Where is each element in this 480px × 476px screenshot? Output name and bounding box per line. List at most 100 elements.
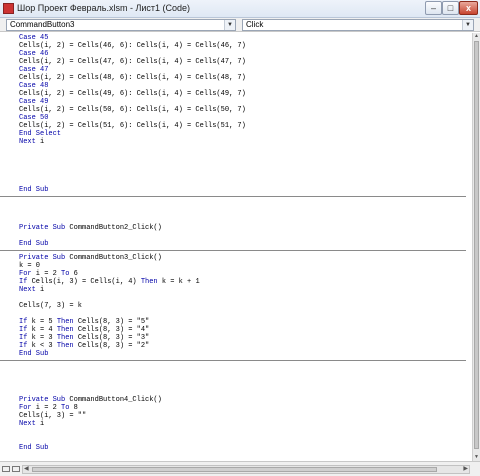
- code-text: CommandButton3_Click(): [65, 254, 162, 262]
- code-text: i: [35, 138, 45, 146]
- code-keyword: Next: [19, 138, 36, 146]
- procedure-separator: [0, 360, 466, 361]
- code-text: CommandButton2_Click(): [65, 224, 162, 232]
- code-line[interactable]: If k = 5 Then Cells(8, 3) = "5": [19, 318, 149, 326]
- procedure-separator: [0, 196, 466, 197]
- code-keyword: Case 50: [19, 114, 49, 122]
- code-line[interactable]: Cells(i, 2) = Cells(50, 6): Cells(i, 4) …: [19, 106, 246, 114]
- code-line[interactable]: Cells(7, 3) = k: [19, 302, 82, 310]
- bottom-bar: ◀ ▶: [0, 461, 480, 476]
- code-line[interactable]: End Sub: [19, 186, 48, 194]
- code-text: i = 2: [31, 270, 62, 278]
- code-line[interactable]: If k < 3 Then Cells(8, 3) = "2": [19, 342, 149, 350]
- code-line[interactable]: Case 45: [19, 34, 48, 42]
- code-keyword: Private Sub: [19, 224, 66, 232]
- code-text: k = 4: [27, 326, 57, 334]
- code-text: i = 2: [31, 404, 62, 412]
- code-line[interactable]: Case 49: [19, 98, 48, 106]
- code-keyword: Then: [56, 342, 74, 350]
- code-line[interactable]: End Select: [19, 130, 61, 138]
- code-line[interactable]: End Sub: [19, 350, 48, 358]
- horizontal-scroll-thumb[interactable]: [32, 467, 437, 472]
- code-keyword: Case 45: [19, 34, 49, 42]
- code-line[interactable]: Case 48: [19, 82, 48, 90]
- vertical-scroll-thumb[interactable]: [474, 41, 479, 449]
- horizontal-scrollbar[interactable]: ◀ ▶: [22, 465, 470, 474]
- code-line[interactable]: Case 47: [19, 66, 48, 74]
- code-line[interactable]: For i = 2 To 6: [19, 270, 78, 278]
- code-line[interactable]: End Sub: [19, 444, 48, 452]
- code-line[interactable]: Case 46: [19, 50, 48, 58]
- code-text: Cells(7, 3) = k: [19, 302, 83, 310]
- title-bar: Шор Проект Февраль.xlsm - Лист1 (Code) –…: [0, 0, 480, 18]
- code-line[interactable]: Cells(i, 3) = "": [19, 412, 86, 420]
- code-keyword: Next: [19, 286, 36, 294]
- code-text: Cells(8, 3) = "3": [73, 334, 150, 342]
- object-dropdown[interactable]: CommandButton3 ▼: [6, 19, 236, 31]
- code-keyword: Then: [140, 278, 158, 286]
- code-line[interactable]: k = 0: [19, 262, 40, 270]
- code-line[interactable]: Case 50: [19, 114, 48, 122]
- code-line[interactable]: Next i: [19, 286, 44, 294]
- scroll-down-icon[interactable]: ▼: [473, 454, 480, 461]
- code-line[interactable]: Private Sub CommandButton4_Click(): [19, 396, 162, 404]
- code-text: 8: [69, 404, 78, 412]
- code-line[interactable]: Cells(i, 2) = Cells(46, 6): Cells(i, 4) …: [19, 42, 246, 50]
- code-keyword: Case 46: [19, 50, 49, 58]
- code-text: Cells(i, 2) = Cells(48, 6): Cells(i, 4) …: [19, 74, 246, 82]
- code-text: Cells(i, 3) = "": [19, 412, 87, 420]
- procedure-view-icon[interactable]: [2, 466, 10, 472]
- code-window-toolbar: CommandButton3 ▼ Click ▼: [0, 18, 480, 32]
- code-keyword: For: [19, 404, 32, 412]
- code-text: Cells(i, 2) = Cells(49, 6): Cells(i, 4) …: [19, 90, 246, 98]
- code-text: Cells(8, 3) = "2": [73, 342, 150, 350]
- code-line[interactable]: If k = 4 Then Cells(8, 3) = "4": [19, 326, 149, 334]
- code-keyword: End Select: [19, 130, 62, 138]
- close-button[interactable]: x: [459, 1, 478, 15]
- scroll-up-icon[interactable]: ▲: [473, 33, 480, 40]
- code-line[interactable]: If k = 3 Then Cells(8, 3) = "3": [19, 334, 149, 342]
- dropdown-arrow-icon[interactable]: ▼: [224, 20, 235, 30]
- code-text: Cells(i, 2) = Cells(46, 6): Cells(i, 4) …: [19, 42, 246, 50]
- app-icon: [3, 3, 14, 14]
- code-keyword: Private Sub: [19, 396, 66, 404]
- code-text: k < 3: [27, 342, 57, 350]
- code-text: CommandButton4_Click(): [65, 396, 162, 404]
- code-text: 6: [69, 270, 78, 278]
- vertical-scrollbar[interactable]: ▲ ▼: [472, 33, 480, 461]
- code-text: k = 3: [27, 334, 57, 342]
- code-text: k = 0: [19, 262, 41, 270]
- minimize-button[interactable]: –: [425, 1, 442, 15]
- code-keyword: Private Sub: [19, 254, 66, 262]
- code-line[interactable]: For i = 2 To 8: [19, 404, 78, 412]
- maximize-button[interactable]: □: [442, 1, 459, 15]
- scroll-right-icon[interactable]: ▶: [463, 465, 468, 472]
- code-keyword: Then: [56, 334, 74, 342]
- code-line[interactable]: End Sub: [19, 240, 48, 248]
- code-keyword: Next: [19, 420, 36, 428]
- procedure-dropdown-value: Click: [246, 20, 264, 29]
- code-keyword: End Sub: [19, 350, 49, 358]
- object-dropdown-value: CommandButton3: [10, 20, 75, 29]
- code-line[interactable]: Private Sub CommandButton2_Click(): [19, 224, 162, 232]
- code-text: i: [35, 420, 45, 428]
- code-line[interactable]: Cells(i, 2) = Cells(47, 6): Cells(i, 4) …: [19, 58, 246, 66]
- code-keyword: Then: [56, 326, 74, 334]
- code-line[interactable]: Private Sub CommandButton3_Click(): [19, 254, 162, 262]
- code-line[interactable]: Cells(i, 2) = Cells(48, 6): Cells(i, 4) …: [19, 74, 246, 82]
- window-title: Шор Проект Февраль.xlsm - Лист1 (Code): [17, 3, 191, 13]
- code-line[interactable]: Next i: [19, 420, 44, 428]
- code-line[interactable]: Next i: [19, 138, 44, 146]
- scroll-left-icon[interactable]: ◀: [24, 465, 29, 472]
- dropdown-arrow-icon[interactable]: ▼: [462, 20, 473, 30]
- code-keyword: End Sub: [19, 186, 49, 194]
- code-text: Cells(i, 3) = Cells(i, 4): [27, 278, 141, 286]
- code-text: k = 5: [27, 318, 57, 326]
- code-line[interactable]: Cells(i, 2) = Cells(51, 6): Cells(i, 4) …: [19, 122, 246, 130]
- code-editor[interactable]: Case 45 Cells(i, 2) = Cells(46, 6): Cells…: [0, 33, 472, 461]
- code-keyword: Case 48: [19, 82, 49, 90]
- procedure-dropdown[interactable]: Click ▼: [242, 19, 474, 31]
- full-module-view-icon[interactable]: [12, 466, 20, 472]
- code-line[interactable]: Cells(i, 2) = Cells(49, 6): Cells(i, 4) …: [19, 90, 246, 98]
- code-line[interactable]: If Cells(i, 3) = Cells(i, 4) Then k = k …: [19, 278, 200, 286]
